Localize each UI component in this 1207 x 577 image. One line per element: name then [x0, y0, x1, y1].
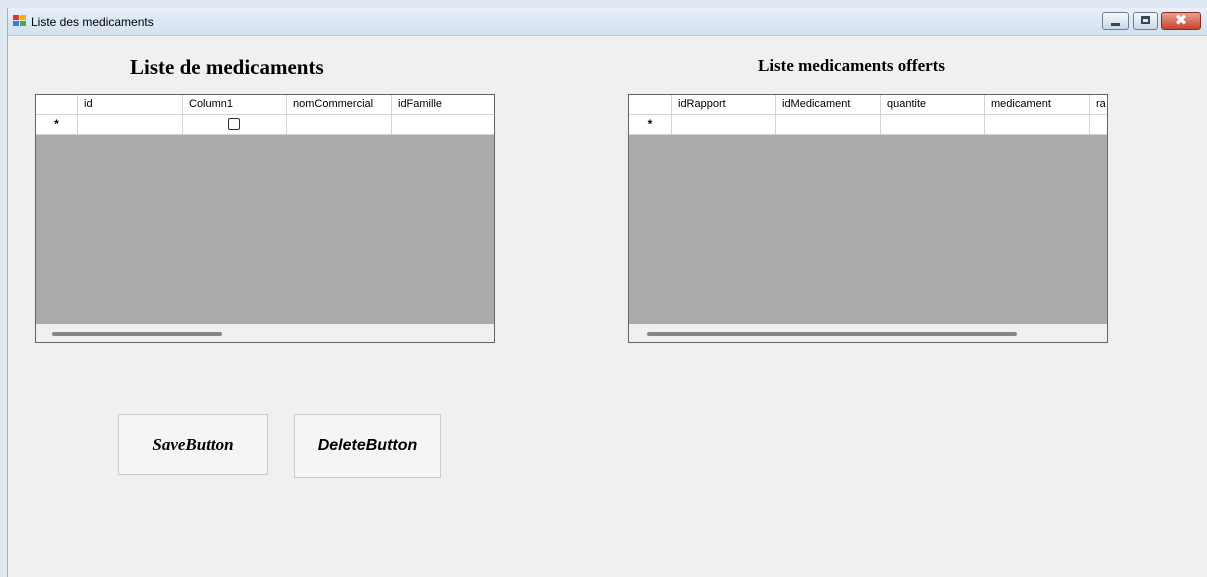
new-row[interactable]: *: [629, 115, 1107, 135]
cell-nomcommercial[interactable]: [287, 115, 392, 134]
cell-idfamille[interactable]: [392, 115, 494, 134]
new-row-marker: *: [629, 115, 672, 134]
medicaments-offerts-grid[interactable]: idRapport idMedicament quantite medicame…: [628, 94, 1108, 343]
scrollbar-thumb[interactable]: [647, 332, 1017, 336]
medicaments-grid[interactable]: id Column1 nomCommercial idFamille *: [35, 94, 495, 343]
save-button[interactable]: SaveButton: [118, 414, 268, 475]
cell-idmedicament[interactable]: [776, 115, 881, 134]
minimize-button[interactable]: [1102, 12, 1129, 30]
column-header-idrapport[interactable]: idRapport: [672, 95, 776, 114]
row-header-corner: [629, 95, 672, 114]
cell-rapport-partial[interactable]: [1090, 115, 1107, 134]
main-window: Liste des medicaments ✖ Liste de medicam…: [7, 8, 1207, 577]
maximize-icon: [1141, 16, 1150, 24]
column-header-rapport-partial[interactable]: ra: [1090, 95, 1107, 114]
medicaments-offerts-heading: Liste medicaments offerts: [758, 56, 945, 75]
minimize-icon: [1111, 23, 1120, 26]
medicaments-heading: Liste de medicaments: [130, 55, 324, 79]
column-header-id[interactable]: id: [78, 95, 183, 114]
grid-header: idRapport idMedicament quantite medicame…: [629, 95, 1107, 115]
column-header-idmedicament[interactable]: idMedicament: [776, 95, 881, 114]
horizontal-scrollbar[interactable]: [629, 324, 1107, 342]
cell-column1[interactable]: [183, 115, 287, 134]
delete-button[interactable]: DeleteButton: [294, 414, 441, 478]
cell-idrapport[interactable]: [672, 115, 776, 134]
row-header-corner: [36, 95, 78, 114]
maximize-button[interactable]: [1133, 12, 1158, 30]
cell-quantite[interactable]: [881, 115, 985, 134]
cell-medicament[interactable]: [985, 115, 1090, 134]
column-header-column1[interactable]: Column1: [183, 95, 287, 114]
title-bar[interactable]: Liste des medicaments ✖: [8, 8, 1207, 36]
cell-id[interactable]: [78, 115, 183, 134]
grid-header: id Column1 nomCommercial idFamille: [36, 95, 494, 115]
horizontal-scrollbar[interactable]: [36, 324, 494, 342]
column-header-nomcommercial[interactable]: nomCommercial: [287, 95, 392, 114]
form-app-icon: [13, 15, 26, 26]
window-title: Liste des medicaments: [31, 15, 154, 29]
new-row-marker: *: [36, 115, 78, 134]
new-row[interactable]: *: [36, 115, 494, 135]
scrollbar-thumb[interactable]: [52, 332, 222, 336]
checkbox-icon[interactable]: [228, 118, 240, 130]
close-button[interactable]: ✖: [1161, 11, 1201, 30]
column-header-idfamille[interactable]: idFamille: [392, 95, 494, 114]
column-header-medicament[interactable]: medicament: [985, 95, 1090, 114]
column-header-quantite[interactable]: quantite: [881, 95, 985, 114]
close-icon: ✖: [1174, 11, 1188, 29]
